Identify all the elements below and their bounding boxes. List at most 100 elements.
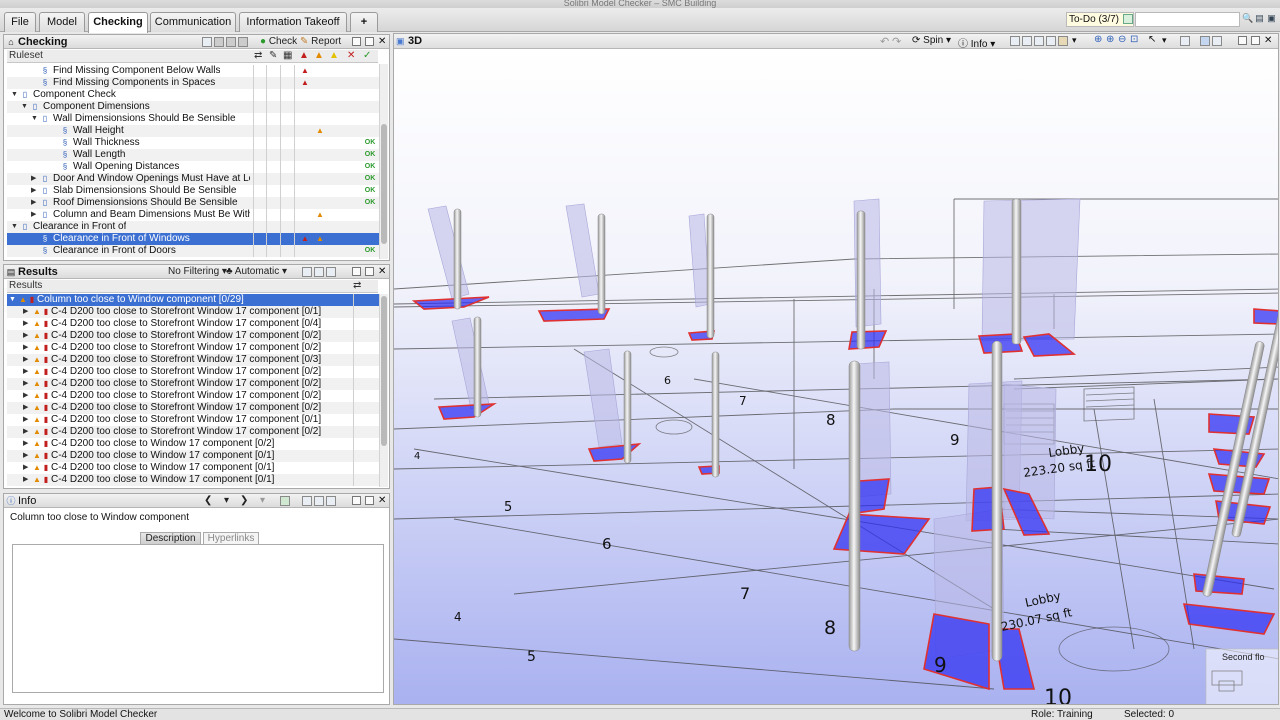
- result-row[interactable]: ▶ ▲ ▮ C-4 D200 too close to Storefront Wind…: [7, 330, 381, 342]
- expand-arrow-icon[interactable]: ▶: [31, 185, 39, 197]
- result-row[interactable]: ▶ ▲ ▮ C-4 D200 too close to Storefront Wind…: [7, 318, 381, 330]
- results-scrollbar[interactable]: [379, 294, 388, 487]
- expand-arrow-icon[interactable]: ▶: [23, 318, 31, 330]
- open-folder-icon[interactable]: [202, 37, 212, 47]
- grid-view-icon[interactable]: [1200, 36, 1210, 46]
- pointer-icon[interactable]: ↖: [1148, 34, 1156, 45]
- result-row[interactable]: ▶ ▲ ▮ C-4 D200 too close to Storefront Wind…: [7, 354, 381, 366]
- expand-arrow-icon[interactable]: ▶: [23, 390, 31, 402]
- result-row[interactable]: ▶ ▲ ▮ C-4 D200 too close to Storefront Wind…: [7, 426, 381, 438]
- find-icon[interactable]: 🔍: [1242, 13, 1253, 24]
- zoom-in-icon[interactable]: ⊕: [1106, 34, 1114, 45]
- todo-list-icon[interactable]: [1123, 14, 1133, 24]
- expand-arrow-icon[interactable]: ▶: [23, 402, 31, 414]
- ruleset-scroll-thumb[interactable]: [381, 124, 387, 244]
- minimize-button[interactable]: [352, 37, 361, 46]
- slide-icon[interactable]: [1180, 36, 1190, 46]
- print-icon[interactable]: [238, 37, 248, 47]
- chevron-down-icon[interactable]: ▾: [1162, 35, 1167, 46]
- result-row[interactable]: ▶ ▲ ▮ C-4 D200 too close to Window 17 compo…: [7, 462, 381, 474]
- view-iso-icon[interactable]: [1010, 36, 1020, 46]
- expand-arrow-icon[interactable]: ▶: [23, 342, 31, 354]
- ruleset-row[interactable]: ▶ ▯ Roof Dimensionsions Should Be Sensible…: [7, 197, 381, 209]
- ruleset-row[interactable]: ▼ ▯ Component Check: [7, 89, 381, 101]
- forward-icon[interactable]: ❯: [240, 495, 248, 507]
- ruleset-row[interactable]: § Wall Height ▲: [7, 125, 381, 137]
- expand-arrow-icon[interactable]: ▶: [23, 306, 31, 318]
- minimize-button[interactable]: [1238, 36, 1247, 45]
- collapse-all-icon[interactable]: [314, 496, 324, 506]
- minimize-button[interactable]: [352, 496, 361, 505]
- result-row[interactable]: ▶ ▲ ▮ C-4 D200 too close to Storefront Wind…: [7, 378, 381, 390]
- 3d-model-viewport[interactable]: 10 10 9 9 8 8 7 7 6 6 5 5 4 4 Lobby 223.…: [394, 49, 1279, 705]
- view-front-icon[interactable]: [1034, 36, 1044, 46]
- expand-arrow-icon[interactable]: ▶: [23, 438, 31, 450]
- back-icon[interactable]: ❮: [204, 495, 212, 507]
- result-row[interactable]: ▶ ▲ ▮ C-4 D200 too close to Storefront Wind…: [7, 414, 381, 426]
- ruleset-row[interactable]: ▶ ▯ Column and Beam Dimensions Must Be Wit…: [7, 209, 381, 221]
- expand-arrow-icon[interactable]: ▶: [23, 474, 31, 486]
- options-icon[interactable]: ▤: [1254, 13, 1265, 24]
- ruleset-row[interactable]: ▼ ▯ Wall Dimensionsions Should Be Sensible: [7, 113, 381, 125]
- refresh-icon[interactable]: [280, 496, 290, 506]
- expand-arrow-icon[interactable]: ▶: [31, 173, 39, 185]
- expand-arrow-icon[interactable]: ▶: [23, 426, 31, 438]
- collapse-all-icon[interactable]: [314, 267, 324, 277]
- ruleset-row[interactable]: § Wall Thickness OK: [7, 137, 381, 149]
- filter-dropdown[interactable]: No Filtering ▾: [168, 266, 227, 278]
- info-dropdown[interactable]: ⓘ Info ▾: [958, 35, 995, 50]
- list-view-icon[interactable]: [326, 496, 336, 506]
- maximize-button[interactable]: [1251, 36, 1260, 45]
- close-icon[interactable]: ✕: [1264, 36, 1273, 46]
- ruleset-row[interactable]: ▶ ▯ Slab Dimensionsions Should Be Sensible…: [7, 185, 381, 197]
- view-side-icon[interactable]: [1046, 36, 1056, 46]
- panel-icon[interactable]: ▣: [1266, 13, 1277, 24]
- results-scroll-thumb[interactable]: [381, 296, 387, 446]
- result-row[interactable]: ▶ ▲ ▮ C-4 D200 too close to Window 17 compo…: [7, 438, 381, 450]
- result-row[interactable]: ▶ ▲ ▮ C-4 D200 too close to Window 17 compo…: [7, 450, 381, 462]
- spin-dropdown[interactable]: ⟳ Spin ▾: [912, 35, 951, 46]
- result-row[interactable]: ▶ ▲ ▮ C-4 D200 too close to Storefront Wind…: [7, 402, 381, 414]
- view-top-icon[interactable]: [1022, 36, 1032, 46]
- list-view-icon[interactable]: [326, 267, 336, 277]
- maximize-button[interactable]: [365, 267, 374, 276]
- result-row[interactable]: ▶ ▲ ▮ C-4 D200 too close to Storefront Wind…: [7, 342, 381, 354]
- result-row[interactable]: ▶ ▲ ▮ C-4 D200 too close to Window 17 compo…: [7, 474, 381, 486]
- chevron-down-icon[interactable]: ▾: [224, 495, 229, 507]
- chevron-down-icon[interactable]: ▾: [260, 495, 265, 507]
- collapse-arrow-icon[interactable]: ▼: [31, 113, 39, 125]
- collapse-arrow-icon[interactable]: ▼: [11, 89, 19, 101]
- tab-file[interactable]: File: [4, 12, 36, 32]
- tab-checking[interactable]: Checking: [88, 12, 148, 33]
- list-view-icon[interactable]: [1212, 36, 1222, 46]
- expand-arrow-icon[interactable]: ▶: [23, 330, 31, 342]
- collapse-arrow-icon[interactable]: ▼: [21, 101, 29, 113]
- zoom-out-icon[interactable]: ⊖: [1118, 34, 1126, 45]
- minimize-button[interactable]: [352, 267, 361, 276]
- maximize-button[interactable]: [365, 496, 374, 505]
- search-input[interactable]: [1135, 12, 1240, 27]
- undo-view-icon[interactable]: ↶: [880, 35, 889, 48]
- close-icon[interactable]: ✕: [378, 37, 387, 47]
- maximize-button[interactable]: [365, 37, 374, 46]
- result-row[interactable]: ▼ ▲ ▮ Column too close to Window component …: [7, 294, 381, 306]
- check-button[interactable]: ● Check: [260, 36, 297, 48]
- expand-arrow-icon[interactable]: ▶: [31, 209, 39, 221]
- ruleset-scrollbar[interactable]: [379, 64, 388, 259]
- redo-view-icon[interactable]: ↷: [892, 35, 901, 48]
- expand-all-icon[interactable]: [302, 496, 312, 506]
- expand-arrow-icon[interactable]: ▶: [23, 378, 31, 390]
- collapse-arrow-icon[interactable]: ▼: [9, 294, 17, 306]
- collapse-arrow-icon[interactable]: ▼: [11, 221, 19, 233]
- close-icon[interactable]: ✕: [378, 496, 387, 506]
- close-icon[interactable]: ✕: [378, 267, 387, 277]
- mode-dropdown[interactable]: ♣ Automatic ▾: [226, 266, 287, 278]
- expand-arrow-icon[interactable]: ▶: [31, 197, 39, 209]
- ruleset-row[interactable]: § Find Missing Component Below Walls ▲: [7, 65, 381, 77]
- expand-all-icon[interactable]: [302, 267, 312, 277]
- tab-communication[interactable]: Communication: [150, 12, 236, 32]
- ruleset-row[interactable]: ▶ ▯ Door And Window Openings Must Have at …: [7, 173, 381, 185]
- save-as-icon[interactable]: [226, 37, 236, 47]
- expand-arrow-icon[interactable]: ▶: [23, 366, 31, 378]
- result-row[interactable]: ▶ ▲ ▮ C-4 D200 too close to Storefront Wind…: [7, 306, 381, 318]
